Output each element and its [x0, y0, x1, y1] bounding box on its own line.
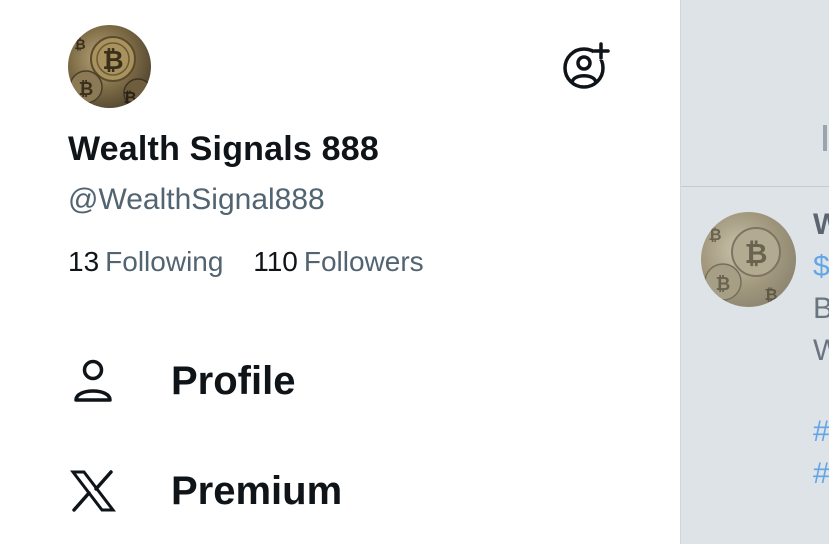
add-account-button[interactable] [560, 40, 612, 92]
bitcoin-coins-image: ₿ ₿ ₿ ₿ [704, 225, 781, 304]
post-author-avatar: ₿ ₿ ₿ ₿ [701, 212, 796, 307]
followers-stat[interactable]: 110 Followers [253, 246, 423, 278]
svg-text:₿: ₿ [74, 37, 85, 53]
add-user-icon [563, 42, 610, 89]
svg-text:₿: ₿ [745, 237, 768, 270]
post-text-line: W [813, 334, 829, 367]
following-label: Following [105, 246, 224, 277]
following-count: 13 [68, 246, 100, 277]
svg-text:₿: ₿ [123, 88, 136, 107]
followers-label: Followers [303, 246, 424, 277]
svg-text:₿: ₿ [708, 225, 721, 244]
account-drawer: ₿ ₿ ₿ ₿ Wealth Signals 888 @WealthSignal… [0, 0, 680, 544]
svg-text:₿: ₿ [716, 274, 731, 295]
following-stat[interactable]: 13 Following [68, 246, 223, 278]
user-handle: @WealthSignal888 [68, 183, 325, 216]
person-icon [68, 356, 118, 406]
tab-fragment [823, 125, 827, 151]
bitcoin-coins-image: ₿ ₿ ₿ ₿ [69, 36, 151, 108]
followers-count: 110 [253, 246, 298, 277]
menu-item-premium[interactable]: Premium [68, 456, 628, 526]
background-feed: ₿ ₿ ₿ ₿ W $ B W # # [680, 0, 829, 544]
svg-text:₿: ₿ [102, 46, 123, 76]
profile-avatar[interactable]: ₿ ₿ ₿ ₿ [68, 25, 151, 108]
post-text-line: B [813, 292, 829, 325]
menu-item-profile[interactable]: Profile [68, 346, 628, 416]
svg-text:₿: ₿ [79, 79, 94, 100]
post-cashtag: $ [813, 250, 829, 283]
post-hashtag: # [813, 457, 829, 490]
display-name: Wealth Signals 888 [68, 130, 379, 168]
svg-text:₿: ₿ [764, 285, 777, 304]
x-logo-icon [68, 466, 118, 516]
post-hashtag: # [813, 415, 829, 448]
follow-stats: 13 Following 110 Followers [68, 246, 446, 278]
menu-item-label: Profile [171, 358, 296, 403]
post-author-name: W [813, 208, 829, 241]
menu-item-label: Premium [171, 468, 343, 513]
divider [681, 186, 829, 187]
